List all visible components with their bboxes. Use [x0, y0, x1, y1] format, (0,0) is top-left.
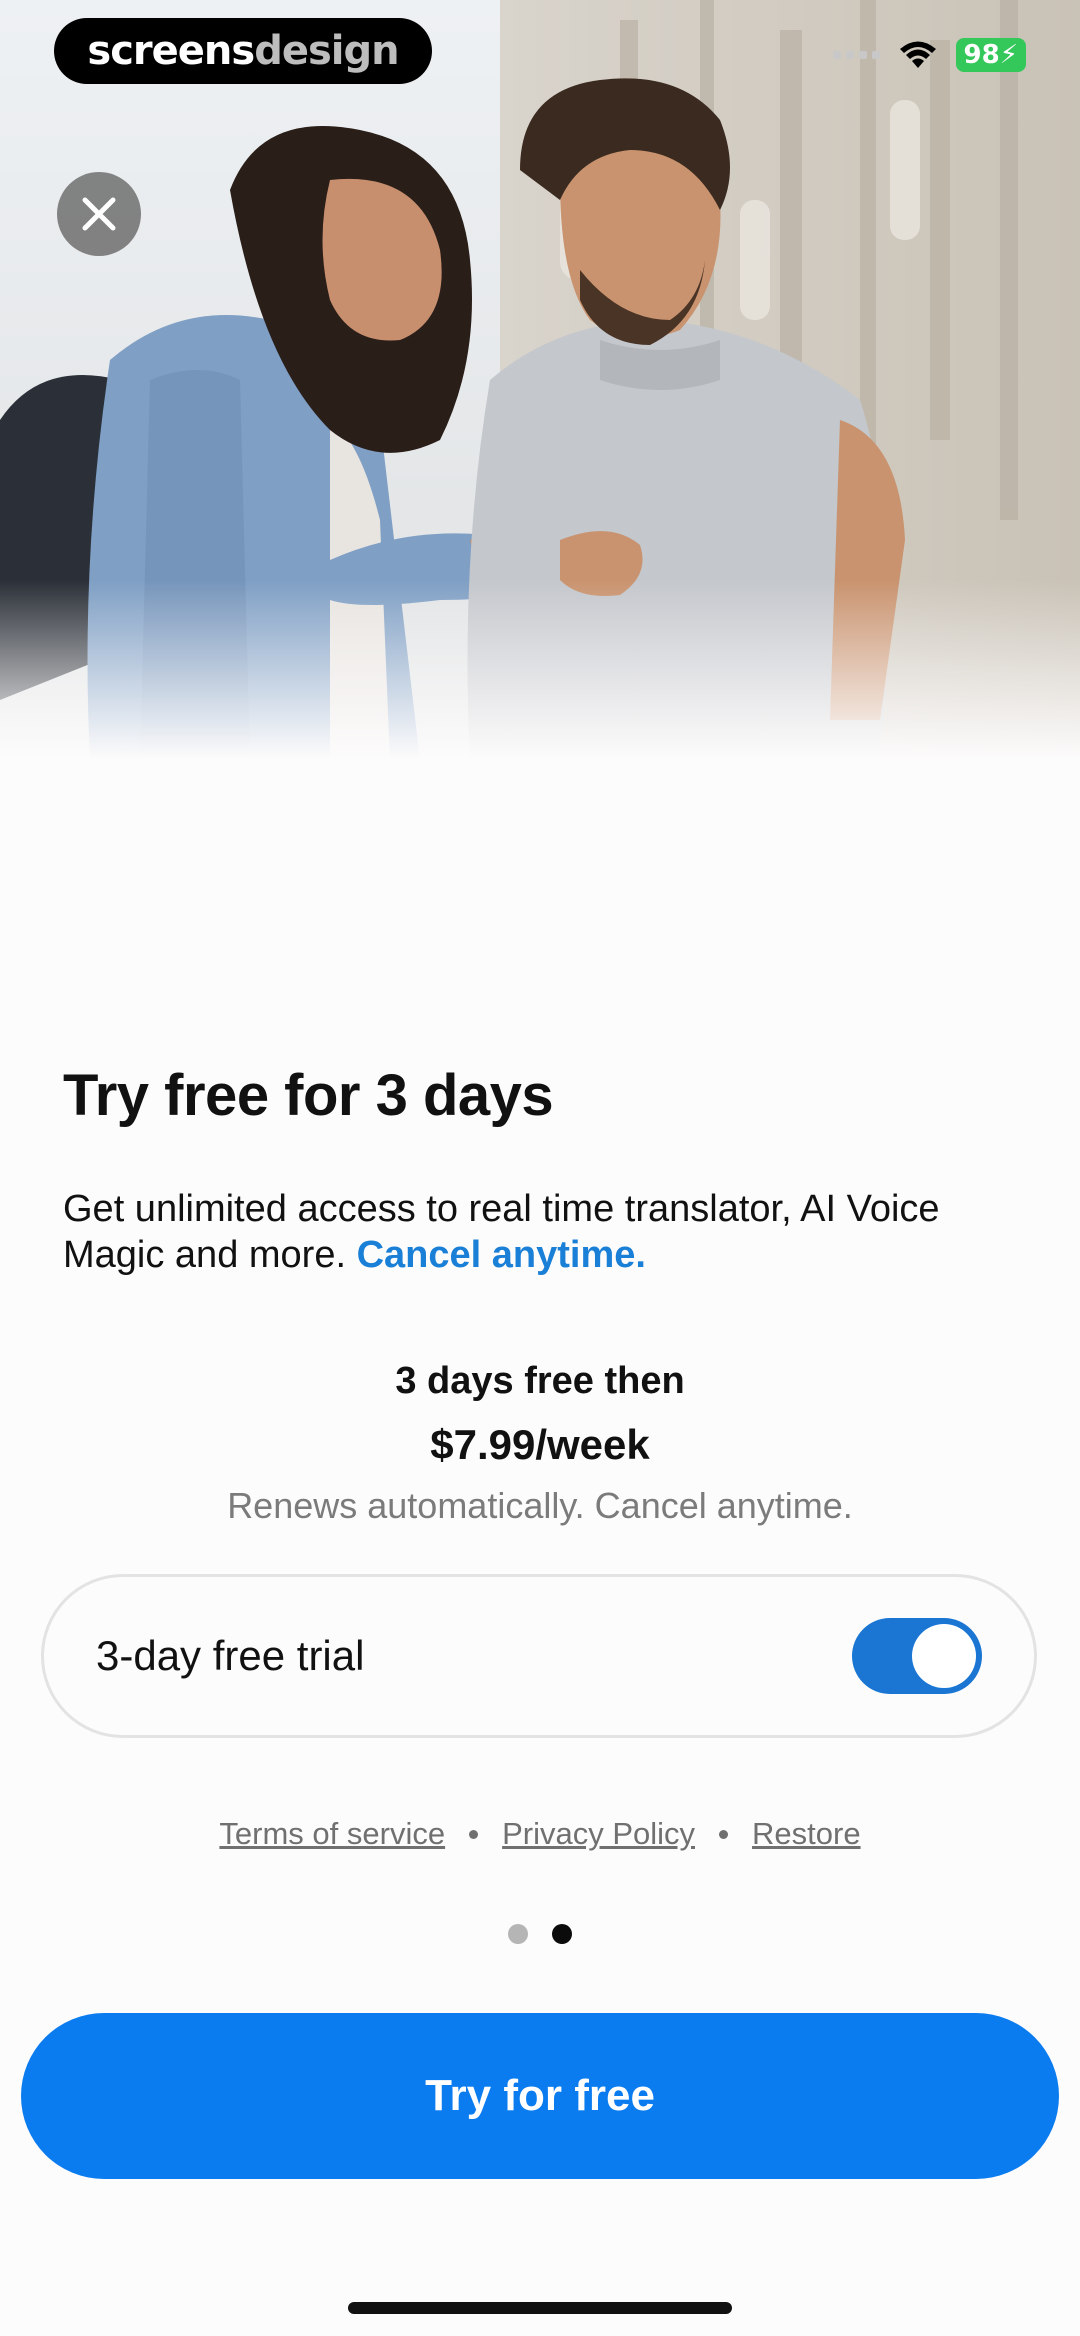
- page-dot-2[interactable]: [552, 1924, 572, 1944]
- cellular-signal-icon: [832, 51, 880, 59]
- privacy-policy-link[interactable]: Privacy Policy: [502, 1816, 695, 1852]
- paywall-title: Try free for 3 days: [63, 1063, 554, 1128]
- page-indicator: [0, 1924, 1080, 1944]
- paywall-subtitle: Get unlimited access to real time transl…: [63, 1186, 983, 1278]
- battery-level: 98: [963, 40, 1000, 70]
- status-bar: 98⚡: [832, 38, 1026, 72]
- separator-dot: [469, 1829, 479, 1839]
- price-intro: 3 days free then: [395, 1360, 685, 1402]
- legal-links: Terms of service Privacy Policy Restore: [0, 1816, 1080, 1852]
- watermark-part-2: design: [254, 28, 399, 74]
- price-value: $7.99/week: [430, 1421, 650, 1468]
- trial-option-card[interactable]: 3-day free trial: [41, 1574, 1037, 1738]
- toggle-knob: [912, 1624, 976, 1688]
- separator-dot: [719, 1829, 729, 1839]
- pricing-block: 3 days free then $7.99/week Renews autom…: [0, 1360, 1080, 1527]
- renewal-note: Renews automatically. Cancel anytime.: [227, 1485, 853, 1526]
- wifi-icon: [899, 41, 936, 68]
- close-button[interactable]: [57, 172, 141, 256]
- hero-photo: [0, 0, 1080, 760]
- charging-bolt-icon: ⚡: [999, 40, 1018, 70]
- trial-label: 3-day free trial: [96, 1632, 365, 1679]
- cancel-anytime-link[interactable]: Cancel anytime.: [357, 1234, 646, 1276]
- try-for-free-button[interactable]: Try for free: [21, 2013, 1059, 2179]
- page-dot-1[interactable]: [508, 1924, 528, 1944]
- restore-link[interactable]: Restore: [752, 1816, 861, 1852]
- close-icon: [82, 197, 116, 231]
- trial-toggle-switch[interactable]: [852, 1618, 982, 1694]
- battery-indicator: 98⚡: [955, 38, 1026, 72]
- home-indicator[interactable]: [348, 2302, 732, 2314]
- terms-of-service-link[interactable]: Terms of service: [219, 1816, 445, 1852]
- watermark-part-1: screens: [87, 28, 255, 74]
- hero-fade: [0, 580, 1080, 760]
- screensdesign-watermark: screens design: [54, 18, 432, 84]
